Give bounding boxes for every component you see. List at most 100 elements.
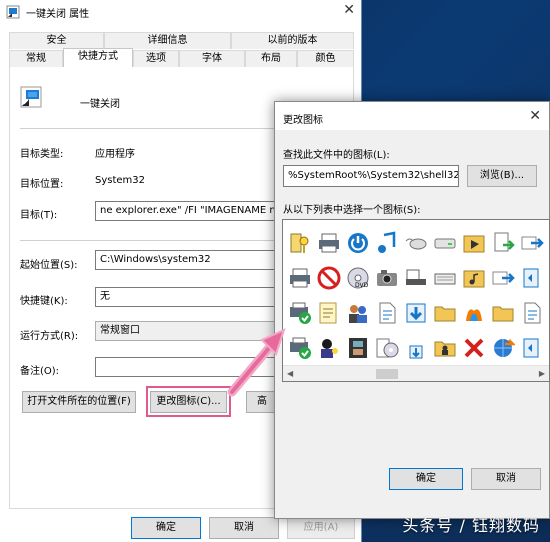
icon-cell[interactable] (430, 295, 459, 330)
icon-cell[interactable] (401, 260, 430, 295)
user-key-icon (320, 338, 338, 358)
shortcut-name: 一键关闭 (80, 99, 120, 110)
icon-cell[interactable] (285, 330, 314, 365)
media-folder-icon (463, 235, 484, 252)
tab-details[interactable]: 详细信息 (104, 32, 231, 49)
music-note-icon (377, 230, 395, 253)
advanced-button[interactable]: 高 (246, 391, 276, 413)
tab-shortcut[interactable]: 快捷方式 (63, 48, 133, 67)
icon-cell[interactable] (314, 295, 343, 330)
icon-cell[interactable] (430, 260, 459, 295)
tab-general[interactable]: 常规 (9, 50, 63, 67)
printer-icon (318, 233, 339, 252)
icon-path-input[interactable]: %SystemRoot%\System32\shell32.d (283, 165, 459, 187)
folder-icon (434, 306, 455, 321)
icon-cell[interactable] (488, 260, 517, 295)
tab-font[interactable]: 字体 (179, 50, 245, 67)
shortcut-icon (20, 86, 42, 108)
change-icon-dialog: 更改图标 ✕ 查找此文件中的图标(L): %SystemRoot%\System… (274, 101, 550, 519)
small-download-icon (409, 345, 422, 358)
icon-cell[interactable]: DVD (343, 260, 372, 295)
icon-cell[interactable] (488, 295, 517, 330)
icon-cell[interactable] (401, 330, 430, 365)
icon-list[interactable]: DVD ◀ ▶ (282, 219, 550, 382)
tab-previous-versions[interactable]: 以前的版本 (231, 32, 354, 49)
window-icon (523, 268, 538, 287)
icon-cell[interactable] (372, 330, 401, 365)
icon-cell[interactable] (401, 225, 430, 260)
dvd-icon: DVD (347, 267, 369, 289)
cancel-button[interactable]: 取消 (209, 517, 279, 539)
watermark: 头条号 / 钰翔数码 (402, 516, 540, 535)
icon-cell[interactable] (343, 225, 372, 260)
start-in-label: 起始位置(S): (20, 260, 78, 271)
properties-titlebar[interactable]: 一键关闭 属性 ✕ (0, 0, 361, 24)
icon-grid: DVD (285, 225, 546, 365)
scanner-icon (405, 269, 426, 285)
network-icon (493, 338, 515, 357)
hard-drive-icon (434, 238, 455, 248)
tab-colors[interactable]: 颜色 (297, 50, 354, 67)
icon-cell[interactable] (314, 225, 343, 260)
icon-cell[interactable] (343, 330, 372, 365)
window-icon (523, 338, 538, 357)
dialog-cancel-button[interactable]: 取消 (471, 468, 541, 490)
tab-security[interactable]: 安全 (9, 32, 104, 49)
horizontal-scrollbar[interactable]: ◀ ▶ (283, 365, 549, 381)
folder-icon (492, 306, 513, 321)
icon-cell[interactable] (343, 295, 372, 330)
icon-cell[interactable] (517, 330, 546, 365)
shortcut-app-icon (6, 5, 20, 19)
icon-cell[interactable] (372, 295, 401, 330)
icon-cell[interactable] (401, 295, 430, 330)
mouse-icon (405, 238, 426, 249)
icon-cell[interactable] (517, 260, 546, 295)
icon-cell[interactable] (517, 295, 546, 330)
power-icon (347, 232, 368, 253)
ok-button[interactable]: 确定 (131, 517, 201, 539)
printer-check-icon (289, 337, 311, 359)
icon-cell[interactable] (459, 330, 488, 365)
printer-icon (289, 268, 310, 287)
apply-button[interactable]: 应用(A) (287, 517, 355, 539)
red-x-icon (464, 338, 483, 357)
icon-cell[interactable] (459, 295, 488, 330)
dialog-ok-button[interactable]: 确定 (389, 468, 463, 490)
icon-cell[interactable] (372, 225, 401, 260)
icon-cell[interactable] (430, 225, 459, 260)
icon-cell[interactable] (285, 260, 314, 295)
notes-icon (319, 302, 336, 323)
target-type-label: 目标类型: (20, 149, 64, 160)
close-icon[interactable]: ✕ (529, 108, 541, 124)
change-icon-highlight (146, 386, 231, 417)
tab-layout[interactable]: 布局 (245, 50, 297, 67)
icon-cell[interactable] (430, 330, 459, 365)
arrow-right-icon (521, 236, 544, 249)
icon-cell[interactable] (285, 295, 314, 330)
tab-options[interactable]: 选项 (133, 50, 179, 67)
close-icon[interactable]: ✕ (343, 2, 355, 18)
folder-music-icon (463, 270, 484, 287)
scroll-right-icon[interactable]: ▶ (539, 369, 545, 378)
dialog-titlebar[interactable]: 更改图标 ✕ (275, 102, 549, 130)
folder-person-icon (434, 341, 455, 356)
svg-text:DVD: DVD (355, 282, 369, 289)
open-file-location-button[interactable]: 打开文件所在的位置(F) (22, 391, 136, 413)
target-location-label: 目标位置: (20, 179, 64, 190)
scroll-thumb[interactable] (376, 369, 398, 379)
icon-cell[interactable] (372, 260, 401, 295)
icon-cell[interactable] (314, 330, 343, 365)
scroll-left-icon[interactable]: ◀ (287, 369, 293, 378)
icon-cell[interactable] (488, 330, 517, 365)
icon-cell[interactable] (459, 225, 488, 260)
browse-button[interactable]: 浏览(B)... (467, 165, 537, 187)
printer-check-icon (289, 302, 311, 324)
icon-cell[interactable] (459, 260, 488, 295)
properties-title: 一键关闭 属性 (26, 9, 90, 20)
icon-cell[interactable] (285, 225, 314, 260)
icon-cell[interactable] (488, 225, 517, 260)
arrow-right-icon (492, 271, 515, 284)
icon-cell[interactable] (314, 260, 343, 295)
icon-cell[interactable] (517, 225, 546, 260)
msn-icon (465, 308, 482, 321)
